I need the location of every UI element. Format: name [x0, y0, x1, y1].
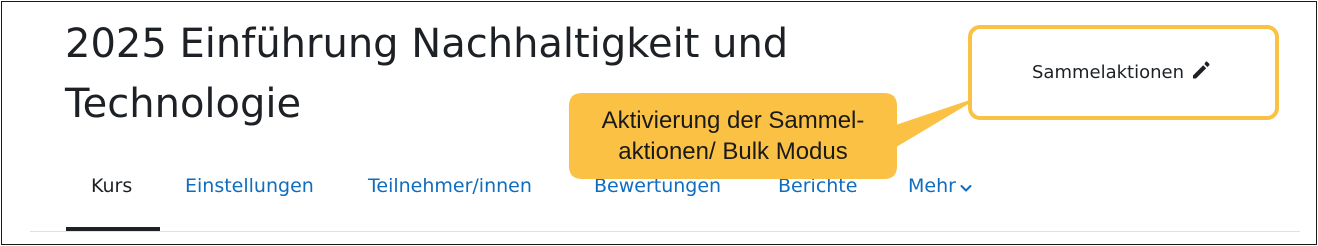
callout-line-1: Aktivierung der Sammel-	[601, 107, 865, 134]
callout-line-2: aktionen/ Bulk Modus	[618, 138, 848, 165]
bulk-edit-toggle-button[interactable]: Sammelaktionen	[1032, 58, 1212, 88]
bulk-edit-highlight: Sammelaktionen	[968, 25, 1279, 120]
bulk-edit-label: Sammelaktionen	[1032, 62, 1185, 83]
pencil-icon	[1190, 59, 1212, 91]
callout-text: Aktivierung der Sammel- aktionen/ Bulk M…	[570, 94, 896, 178]
